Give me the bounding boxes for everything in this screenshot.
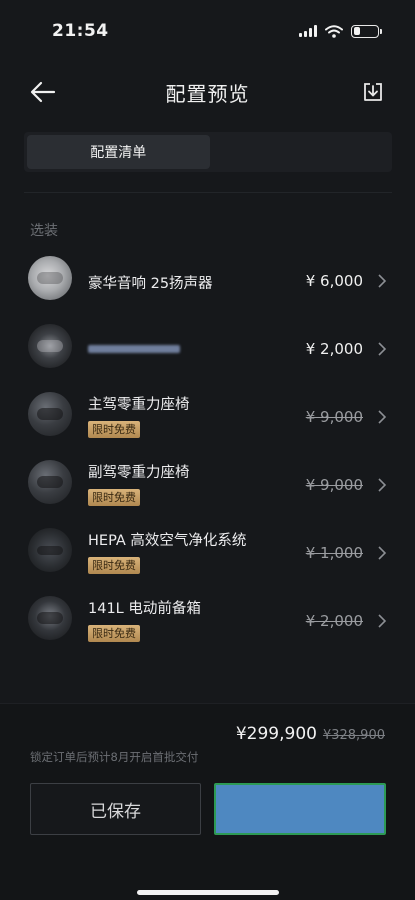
chevron-right-icon <box>378 614 387 628</box>
nav-bar: 配置预览 <box>0 68 415 116</box>
total-row: ¥299,900 ¥328,900 <box>236 724 385 744</box>
section-label: 选装 <box>30 223 58 239</box>
status-icons <box>299 24 382 38</box>
item-price: ¥ 9,000 <box>305 408 363 426</box>
air-filter-thumbnail <box>28 528 72 572</box>
item-price: ¥ 6,000 <box>305 272 363 290</box>
download-icon[interactable] <box>361 80 385 104</box>
total-price: ¥299,900 <box>235 724 317 744</box>
status-time: 21:54 <box>52 21 109 41</box>
divider <box>24 192 392 193</box>
bottom-panel: ¥299,900 ¥328,900 锁定订单后预计8月开启首批交付 已保存 <box>0 703 415 900</box>
status-bar: 21:54 <box>0 0 415 62</box>
list-item[interactable]: HEPA 高效空气净化系统 限时免费 ¥ 1,000 <box>0 517 415 585</box>
list-item[interactable]: 副驾零重力座椅 限时免费 ¥ 9,000 <box>0 449 415 517</box>
primary-action-button[interactable] <box>214 783 386 835</box>
back-arrow-icon[interactable] <box>28 78 58 106</box>
delivery-note: 锁定订单后预计8月开启首批交付 <box>30 750 199 764</box>
item-name: 豪华音响 25扬声器 <box>88 276 213 292</box>
blurred-text-graphic <box>88 345 180 353</box>
wifi-icon <box>325 24 343 38</box>
chevron-right-icon <box>378 410 387 424</box>
item-name: 副驾零重力座椅 <box>88 465 190 481</box>
signal-icon <box>299 25 317 37</box>
seat-thumbnail <box>28 392 72 436</box>
chevron-right-icon <box>378 478 387 492</box>
frunk-thumbnail <box>28 596 72 640</box>
options-list: 豪华音响 25扬声器 ¥ 6,000 ¥ 2,000 主驾零重力座椅 限时免费 … <box>0 245 415 653</box>
item-price: ¥ 9,000 <box>305 476 363 494</box>
page-title: 配置预览 <box>165 81 250 106</box>
item-price: ¥ 1,000 <box>305 544 363 562</box>
speaker-thumbnail <box>28 256 72 300</box>
chevron-right-icon <box>378 342 387 356</box>
item-price: ¥ 2,000 <box>305 612 363 630</box>
item-name: 141L 电动前备箱 <box>88 601 201 617</box>
chevron-right-icon <box>378 274 387 288</box>
seat-thumbnail <box>28 460 72 504</box>
item-name: 主驾零重力座椅 <box>88 397 190 413</box>
chevron-right-icon <box>378 546 387 560</box>
saved-button[interactable]: 已保存 <box>30 783 201 835</box>
item-name: HEPA 高效空气净化系统 <box>88 533 247 549</box>
list-item[interactable]: ¥ 2,000 <box>0 313 415 381</box>
original-price: ¥328,900 <box>322 728 385 743</box>
home-indicator[interactable] <box>137 890 279 895</box>
tab-config-list[interactable]: 配置清单 <box>27 135 210 169</box>
item-thumbnail <box>28 324 72 368</box>
battery-icon <box>351 24 382 38</box>
tab-bar: 配置清单 <box>24 132 392 172</box>
list-item[interactable]: 主驾零重力座椅 限时免费 ¥ 9,000 <box>0 381 415 449</box>
limited-free-badge: 限时免费 <box>88 421 140 438</box>
tab-second[interactable] <box>210 132 393 172</box>
limited-free-badge: 限时免费 <box>88 489 140 506</box>
list-item[interactable]: 141L 电动前备箱 限时免费 ¥ 2,000 <box>0 585 415 653</box>
list-item[interactable]: 豪华音响 25扬声器 ¥ 6,000 <box>0 245 415 313</box>
limited-free-badge: 限时免费 <box>88 625 140 642</box>
limited-free-badge: 限时免费 <box>88 557 140 574</box>
item-price: ¥ 2,000 <box>305 340 363 358</box>
